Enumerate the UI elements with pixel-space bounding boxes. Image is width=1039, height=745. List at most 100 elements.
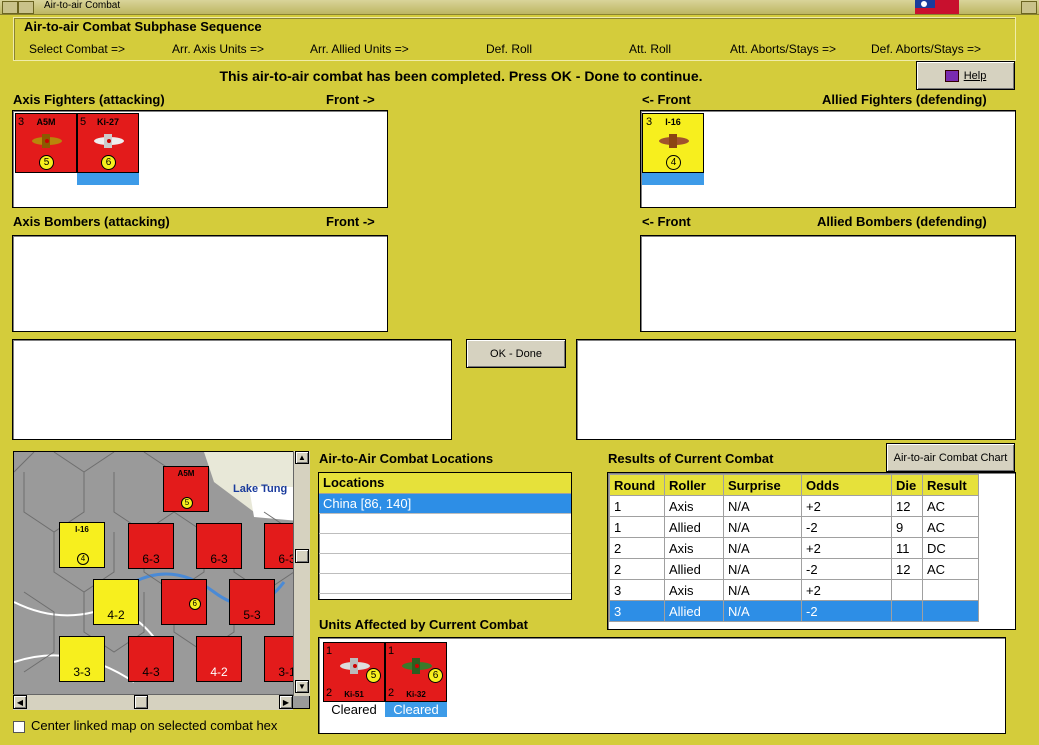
scroll-left-arrow-icon[interactable]: ◀	[13, 695, 27, 709]
window-close-button[interactable]	[1021, 1, 1037, 14]
ok-done-button[interactable]: OK - Done	[466, 339, 566, 368]
scroll-down-arrow-icon[interactable]: ▼	[295, 680, 309, 693]
results-cell: Allied	[664, 516, 724, 538]
map-counter-label: 5-3	[243, 608, 261, 622]
sequence-title: Air-to-air Combat Subphase Sequence	[22, 19, 264, 34]
map-counter-a5m[interactable]: A5M 5	[163, 466, 209, 512]
results-row[interactable]: 2 Axis N/A +2 11 DC	[609, 537, 979, 559]
allied-fighters-front: <- Front	[642, 92, 691, 107]
results-cell: -2	[801, 600, 892, 622]
counter-strength: 4	[666, 155, 681, 170]
results-cell: DC	[922, 537, 979, 559]
results-cell: +2	[801, 537, 892, 559]
map-counter-label: 3-3	[73, 665, 91, 679]
map-counter-unit[interactable]: 5-3	[229, 579, 275, 625]
fighter-plane-icon	[94, 134, 124, 148]
axis-fighter-counter[interactable]: 5 Ki-27 6	[77, 113, 139, 173]
window-menu-button[interactable]	[2, 1, 18, 14]
map-counter-i16[interactable]: I-16 4	[59, 522, 105, 568]
scroll-up-arrow-icon[interactable]: ▲	[295, 451, 309, 464]
results-title: Results of Current Combat	[608, 451, 774, 466]
allied-fighter-slot: 3 I-16 4	[642, 113, 704, 185]
allied-bombers-panel	[640, 235, 1016, 332]
map-counter-unit[interactable]: 3-3	[59, 636, 105, 682]
axis-fighters-front: Front ->	[326, 92, 375, 107]
counter-unit-name: I-16	[665, 117, 681, 127]
affected-unit-counter[interactable]: 1 2 Ki-51 5	[323, 642, 385, 702]
horizontal-scroll-thumb[interactable]	[134, 695, 149, 709]
map-counter-unit[interactable]: 4-3	[128, 636, 174, 682]
linked-map[interactable]: Lake Tung A5M 5 I-16 4 6-3 6-3 6-3 4-2 6…	[13, 451, 310, 709]
results-cell: N/A	[723, 516, 802, 538]
vertical-scroll-thumb[interactable]	[295, 548, 309, 563]
results-cell: Axis	[664, 495, 724, 517]
location-row[interactable]	[319, 514, 571, 534]
help-label: Help	[963, 69, 987, 82]
map-horizontal-scrollbar[interactable]: ◀ ▶	[13, 694, 293, 710]
seq-step-def-roll: Def. Roll	[486, 42, 533, 56]
results-row[interactable]: 2 Allied N/A -2 12 AC	[609, 558, 979, 580]
window-title: Air-to-air Combat	[44, 0, 121, 11]
allied-fighters-panel: 3 I-16 4	[640, 110, 1016, 208]
results-cell: +2	[801, 579, 892, 601]
results-cell: 12	[891, 495, 923, 517]
results-cell: Axis	[664, 537, 724, 559]
allied-fighter-counter[interactable]: 3 I-16 4	[642, 113, 704, 173]
seq-step-def-aborts: Def. Aborts/Stays =>	[871, 42, 982, 56]
results-row[interactable]: 1 Allied N/A -2 9 AC	[609, 516, 979, 538]
affected-unit-counter[interactable]: 1 2 Ki-32 6	[385, 642, 447, 702]
map-counter-unit[interactable]: 4-2	[93, 579, 139, 625]
status-message: This air-to-air combat has been complete…	[219, 68, 703, 84]
window-restore-button[interactable]	[18, 1, 34, 14]
combat-chart-button[interactable]: Air-to-air Combat Chart	[886, 443, 1015, 472]
location-row[interactable]	[319, 534, 571, 554]
counter-top-number: 1	[326, 645, 333, 657]
allied-bombers-label: Allied Bombers (defending)	[817, 214, 987, 229]
counter-strength: 5	[366, 668, 381, 683]
allied-fighters-label: Allied Fighters (defending)	[822, 92, 987, 107]
affected-unit-slot: 1 2 Ki-51 5 Cleared	[323, 642, 385, 717]
location-row[interactable]	[319, 574, 571, 594]
fighter-plane-icon	[32, 134, 62, 148]
results-cell: N/A	[723, 495, 802, 517]
axis-fighter-counter[interactable]: 3 A5M 5	[15, 113, 77, 173]
map-counter-val: 4	[77, 553, 89, 565]
results-cell: -2	[801, 558, 892, 580]
map-counter-unit[interactable]: 6-3	[128, 523, 174, 569]
map-counter-unit[interactable]: 6	[161, 579, 207, 625]
axis-fighters-label: Axis Fighters (attacking)	[13, 92, 165, 107]
results-cell: 11	[891, 537, 923, 559]
results-cell: 2	[609, 558, 665, 580]
results-header-row: Round Roller Surprise Odds Die Result	[609, 474, 979, 496]
map-counter-label: 6-3	[210, 552, 228, 566]
location-row[interactable]	[319, 554, 571, 574]
results-row[interactable]: 3 Axis N/A +2	[609, 579, 979, 601]
results-row[interactable]: 3 Allied N/A -2	[609, 600, 979, 622]
affected-unit-status: Cleared	[385, 702, 447, 717]
axis-info-panel	[12, 339, 452, 440]
axis-fighters-panel: 3 A5M 5 5 Ki-27 6	[12, 110, 388, 208]
counter-unit-name: Ki-51	[344, 690, 364, 699]
center-map-checkbox[interactable]	[13, 721, 25, 733]
counter-strength: 6	[428, 668, 443, 683]
seq-step-att-aborts: Att. Aborts/Stays =>	[730, 42, 837, 56]
map-counter-label: 4-2	[107, 608, 125, 622]
map-vertical-scrollbar[interactable]: ▲ ▼	[293, 451, 310, 696]
help-button[interactable]: Help	[916, 61, 1015, 90]
results-cell: 2	[609, 537, 665, 559]
fighter-plane-icon	[659, 134, 689, 148]
results-cell: N/A	[723, 558, 802, 580]
seq-step-arr-allied: Arr. Allied Units =>	[310, 42, 409, 56]
scroll-right-arrow-icon[interactable]: ▶	[279, 695, 293, 709]
map-counter-unit[interactable]: 4-2	[196, 636, 242, 682]
sequence-box: Air-to-air Combat Subphase Sequence Sele…	[13, 17, 1016, 61]
locations-list: Locations China [86, 140]	[318, 472, 572, 600]
results-cell	[891, 579, 923, 601]
results-row[interactable]: 1 Axis N/A +2 12 AC	[609, 495, 979, 517]
results-cell: 1	[609, 516, 665, 538]
map-counter-label: 6	[188, 598, 201, 610]
map-counter-unit[interactable]: 6-3	[196, 523, 242, 569]
seq-step-att-roll: Att. Roll	[629, 42, 672, 56]
location-row[interactable]: China [86, 140]	[319, 494, 571, 514]
results-cell: +2	[801, 495, 892, 517]
